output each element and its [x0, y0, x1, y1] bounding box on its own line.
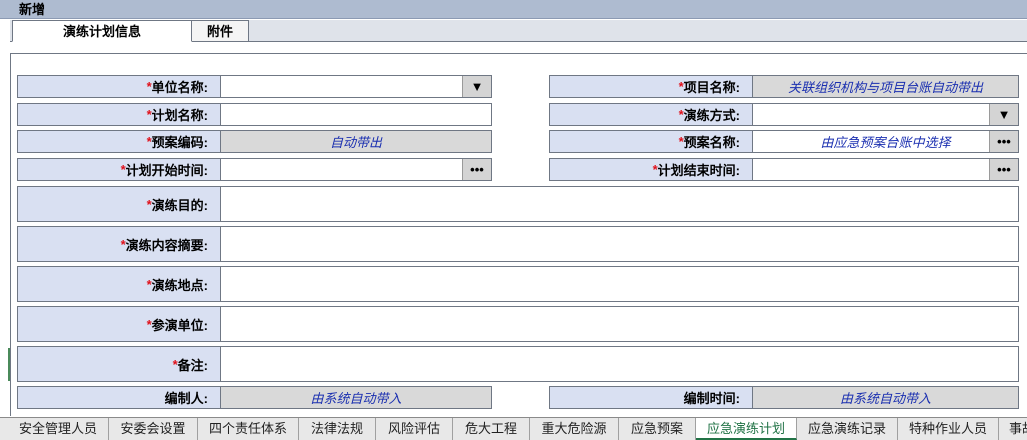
location-input[interactable]	[220, 266, 1019, 302]
label-plan-code: * 预案编码:	[17, 130, 221, 153]
sheet-tab-bar: 安全管理人员 安委会设置 四个责任体系 法律法规 风险评估 危大工程 重大危险源…	[0, 417, 1027, 440]
cell-selection-marker	[0, 348, 10, 381]
plan-title-picker[interactable]: 由应急预案台账中选择 •••	[752, 130, 1019, 153]
chevron-down-icon[interactable]: ▼	[462, 76, 491, 97]
sheet-tab-special-workers[interactable]: 特种作业人员	[898, 418, 999, 440]
sheet-tab-risk-assessment[interactable]: 风险评估	[376, 418, 453, 440]
chevron-down-icon[interactable]: ▼	[989, 104, 1018, 125]
editor-field: 由系统自动带入	[220, 386, 492, 409]
plan-code-value: 自动带出	[329, 135, 382, 150]
participants-input[interactable]	[220, 306, 1019, 342]
drill-method-select[interactable]: ▼	[752, 103, 1019, 126]
unit-name-select[interactable]: ▼	[220, 75, 492, 98]
label-location: * 演练地点:	[17, 266, 221, 302]
sheet-tab-regulations[interactable]: 法律法规	[299, 418, 376, 440]
editor-value: 由系统自动带入	[310, 391, 402, 406]
label-purpose: * 演练目的:	[17, 186, 221, 222]
label-plan-name: * 计划名称:	[17, 103, 221, 126]
label-plan-title: * 预案名称:	[549, 130, 753, 153]
label-summary: * 演练内容摘要:	[17, 226, 221, 262]
purpose-textarea[interactable]	[220, 186, 1019, 222]
tab-plan-info[interactable]: 演练计划信息	[12, 20, 192, 42]
end-time-picker[interactable]: •••	[752, 158, 1019, 181]
label-unit-name: * 单位名称:	[17, 75, 221, 98]
project-name-field: 关联组织机构与项目台账自动带出	[752, 75, 1019, 98]
tab-attachments[interactable]: 附件	[191, 20, 249, 42]
edit-time-value: 由系统自动带入	[839, 391, 931, 406]
ellipsis-icon[interactable]: •••	[462, 159, 491, 180]
sheet-tab-safety-staff[interactable]: 安全管理人员	[8, 418, 109, 440]
ellipsis-icon[interactable]: •••	[989, 159, 1018, 180]
label-remarks: * 备注:	[17, 346, 221, 382]
project-name-value: 关联组织机构与项目台账自动带出	[787, 80, 983, 95]
label-end-time: * 计划结束时间:	[549, 158, 753, 181]
sheet-tab-major-works[interactable]: 危大工程	[453, 418, 530, 440]
remarks-textarea[interactable]	[220, 346, 1019, 382]
label-start-time: * 计划开始时间:	[17, 158, 221, 181]
start-time-picker[interactable]: •••	[220, 158, 492, 181]
window-title: 新增	[0, 0, 1027, 19]
summary-textarea[interactable]	[220, 226, 1019, 262]
label-edit-time: 编制时间:	[549, 386, 753, 409]
label-drill-method: * 演练方式:	[549, 103, 753, 126]
label-participants: * 参演单位:	[17, 306, 221, 342]
sheet-tab-drill-records[interactable]: 应急演练记录	[797, 418, 898, 440]
sheet-tab-drill-plan[interactable]: 应急演练计划	[696, 418, 797, 440]
label-editor: 编制人:	[17, 386, 221, 409]
sheet-tab-responsibility[interactable]: 四个责任体系	[198, 418, 299, 440]
sheet-tab-hazard-sources[interactable]: 重大危险源	[530, 418, 619, 440]
plan-name-input[interactable]	[220, 103, 492, 126]
plan-code-field: 自动带出	[220, 130, 492, 153]
edit-time-field: 由系统自动带入	[752, 386, 1019, 409]
sheet-tab-safety-committee[interactable]: 安委会设置	[109, 418, 198, 440]
ellipsis-icon[interactable]: •••	[989, 131, 1018, 152]
sheet-tab-accidents[interactable]: 事故	[999, 418, 1027, 440]
label-project-name: * 项目名称:	[549, 75, 753, 98]
plan-title-value: 由应急预案台账中选择	[820, 135, 951, 150]
tab-strip: 演练计划信息 附件	[10, 20, 1027, 42]
sheet-tab-emergency-plans[interactable]: 应急预案	[619, 418, 696, 440]
